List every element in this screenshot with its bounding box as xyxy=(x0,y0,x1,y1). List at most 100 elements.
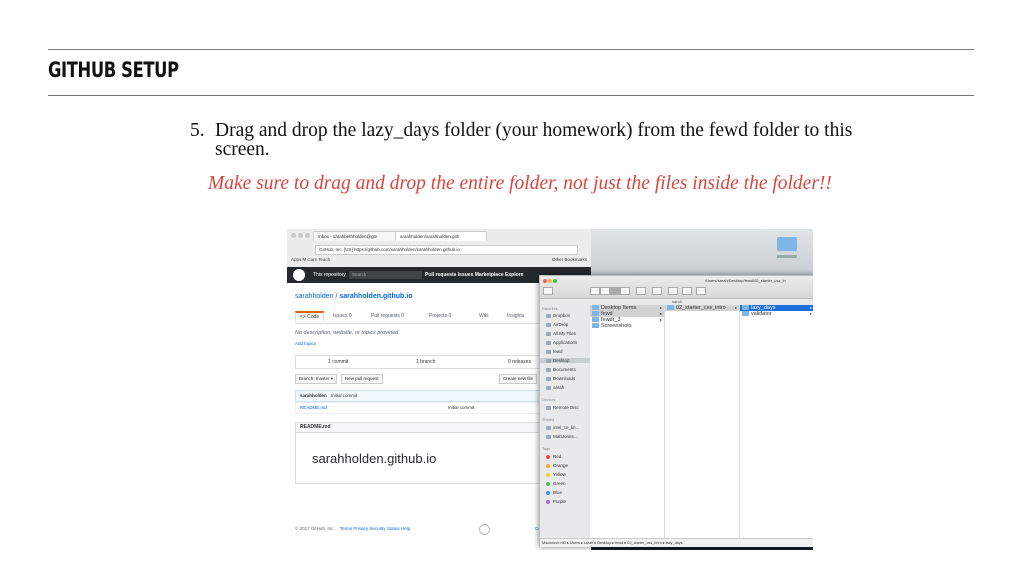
list-view-icon[interactable] xyxy=(600,287,610,295)
tag-red[interactable]: Red xyxy=(546,454,561,459)
icon-view-icon[interactable] xyxy=(590,287,600,295)
sidebar-item-downloads[interactable]: Downloads xyxy=(546,376,575,381)
tag-orange[interactable]: Orange xyxy=(546,463,568,468)
file-name-link[interactable]: README.md xyxy=(296,405,327,410)
commit-message[interactable]: Initial commit xyxy=(328,393,357,398)
sidebar-item-sarah[interactable]: sarah xyxy=(546,385,564,390)
dropbox-icon xyxy=(546,313,551,318)
add-topics-link[interactable]: Add topics xyxy=(295,341,316,346)
commits-count[interactable]: 1 commit xyxy=(328,359,348,365)
gear-icon[interactable] xyxy=(652,287,662,295)
top-rule xyxy=(48,49,974,50)
sidebar-item-shared-1[interactable]: intel_ce_lin... xyxy=(546,425,579,430)
github-footer: © 2017 GitHub, Inc. Terms Privacy Securi… xyxy=(295,526,410,531)
footer-octocat-icon[interactable] xyxy=(479,524,490,535)
finder-item-screenshots[interactable]: Screenshots xyxy=(590,323,664,329)
finder-column-2: 02_starter_css_intro ▸ xyxy=(665,305,740,538)
branches-count[interactable]: 1 branch xyxy=(416,359,435,365)
title-rule xyxy=(48,95,974,96)
share-icon[interactable] xyxy=(668,287,678,295)
tab-insights[interactable]: Insights xyxy=(507,313,524,319)
folder-icon xyxy=(742,305,749,310)
tab-code[interactable]: <> Code xyxy=(295,311,325,322)
devices-header: Devices xyxy=(542,398,556,402)
dropbox-icon[interactable] xyxy=(696,287,706,295)
bookmarks-bar[interactable]: Apps M Cars Teach xyxy=(291,257,330,262)
disc-icon xyxy=(546,405,551,410)
airdrop-icon xyxy=(546,322,551,327)
folder-icon xyxy=(592,317,599,322)
tag-green[interactable]: Green xyxy=(546,481,566,486)
documents-icon xyxy=(546,367,551,372)
shared-header: Shared xyxy=(542,418,555,422)
column-view-icon[interactable] xyxy=(610,287,620,295)
slide-title: GITHUB SETUP xyxy=(48,58,179,82)
sidebar-item-shared-2[interactable]: MattJones... xyxy=(546,434,578,439)
folder-icon xyxy=(592,305,599,310)
branch-select-button[interactable]: Branch: master ▾ xyxy=(295,374,338,384)
finder-window-controls[interactable] xyxy=(543,279,558,285)
tag-yellow[interactable]: Yellow xyxy=(546,472,566,477)
releases-count[interactable]: 0 releases xyxy=(508,359,531,365)
browser-tab-github[interactable]: sarahholden/sarahholden.gith xyxy=(395,231,487,241)
finder-column-3: lazy_days ▸ validator ▸ xyxy=(740,305,813,538)
computer-icon xyxy=(546,434,551,439)
repo-name-link[interactable]: sarahholden.github.io xyxy=(339,293,412,300)
sidebar-item-desktop[interactable]: Desktop xyxy=(540,358,590,363)
desktop-folder-icon xyxy=(777,237,797,251)
tag-dot-icon xyxy=(546,490,550,495)
other-bookmarks[interactable]: Other Bookmarks xyxy=(552,257,587,262)
tab-issues[interactable]: Issues 0 xyxy=(333,313,352,319)
downloads-icon xyxy=(546,376,551,381)
browser-tab-inbox[interactable]: Inbox - sarahbethholden@gm xyxy=(313,231,401,241)
tab-pull-requests[interactable]: Pull requests 0 xyxy=(371,313,404,319)
all-files-icon xyxy=(546,331,551,336)
arrange-icon[interactable] xyxy=(636,287,646,295)
sidebar-item-remote-disc[interactable]: Remote Disc xyxy=(546,405,579,410)
back-icon[interactable] xyxy=(543,287,553,295)
tag-icon[interactable] xyxy=(682,287,692,295)
screenshot-image: Inbox - sarahbethholden@gm sarahholden/s… xyxy=(287,229,813,550)
sidebar-item-applications[interactable]: Applications xyxy=(546,340,577,345)
tag-dot-icon xyxy=(546,481,550,486)
tag-blue[interactable]: Blue xyxy=(546,490,562,495)
folder-icon xyxy=(742,311,749,316)
finder-path-bar: Macintosh HD ▸ Users ▸ sarah ▸ Desktop ▸… xyxy=(540,538,813,547)
create-new-file-button[interactable]: Create new file xyxy=(499,374,538,384)
footer-links[interactable]: Terms Privacy Security Status Help xyxy=(336,526,410,531)
repo-owner-link[interactable]: sarahholden xyxy=(295,293,334,300)
gallery-view-icon[interactable] xyxy=(620,287,630,295)
sidebar-item-documents[interactable]: Documents xyxy=(546,367,576,372)
new-pull-request-button[interactable]: New pull request xyxy=(341,374,383,384)
sidebar-item-all-my-files[interactable]: All My Files xyxy=(546,331,576,336)
commit-author[interactable]: sarahholden xyxy=(296,393,327,398)
tab-projects[interactable]: Projects 0 xyxy=(429,313,451,319)
sidebar-item-fewd[interactable]: fewd xyxy=(546,349,563,354)
file-commit-message[interactable]: Initial commit xyxy=(448,403,474,413)
finder-path: /Users/sarah/Desktop/fewd/02_starter_css… xyxy=(705,278,786,283)
window-controls xyxy=(291,233,312,240)
step-text: Drag and drop the lazy_days folder (your… xyxy=(215,120,853,160)
finder-column-1: Desktop Items ▸ fewd ▸ fewdr_3 ▸ Screenshot… xyxy=(590,305,665,538)
sidebar-item-airdrop[interactable]: AirDrop xyxy=(546,322,568,327)
finder-item-starter-css-intro[interactable]: 02_starter_css_intro ▸ xyxy=(665,305,739,311)
finder-window: /Users/sarah/Desktop/fewd/02_starter_css… xyxy=(539,275,813,547)
favorites-header: Favorites xyxy=(542,307,558,311)
tab-wiki[interactable]: Wiki xyxy=(479,313,488,319)
github-search-input[interactable]: Search xyxy=(349,271,422,279)
desktop-icon xyxy=(546,358,551,363)
tag-purple[interactable]: Purple xyxy=(546,499,566,504)
sidebar-item-dropbox[interactable]: Dropbox xyxy=(546,313,570,318)
github-logo-icon[interactable] xyxy=(293,269,305,281)
footer-copyright: © 2017 GitHub, Inc. xyxy=(295,526,335,531)
desktop-folder-label xyxy=(777,255,797,258)
github-nav[interactable]: Pull requests Issues Marketplace Explore xyxy=(425,272,523,278)
tags-header: Tags xyxy=(542,447,551,451)
warning-note: Make sure to drag and drop the entire fo… xyxy=(208,173,832,194)
repo-title: sarahholden / sarahholden.github.io xyxy=(295,293,413,300)
tag-dot-icon xyxy=(546,472,550,477)
computer-icon xyxy=(546,425,551,430)
address-bar[interactable]: GitHub, Inc. [US] https://github.com/sar… xyxy=(315,245,578,255)
tag-dot-icon xyxy=(546,463,550,468)
finder-item-validator[interactable]: validator ▸ xyxy=(740,311,813,317)
